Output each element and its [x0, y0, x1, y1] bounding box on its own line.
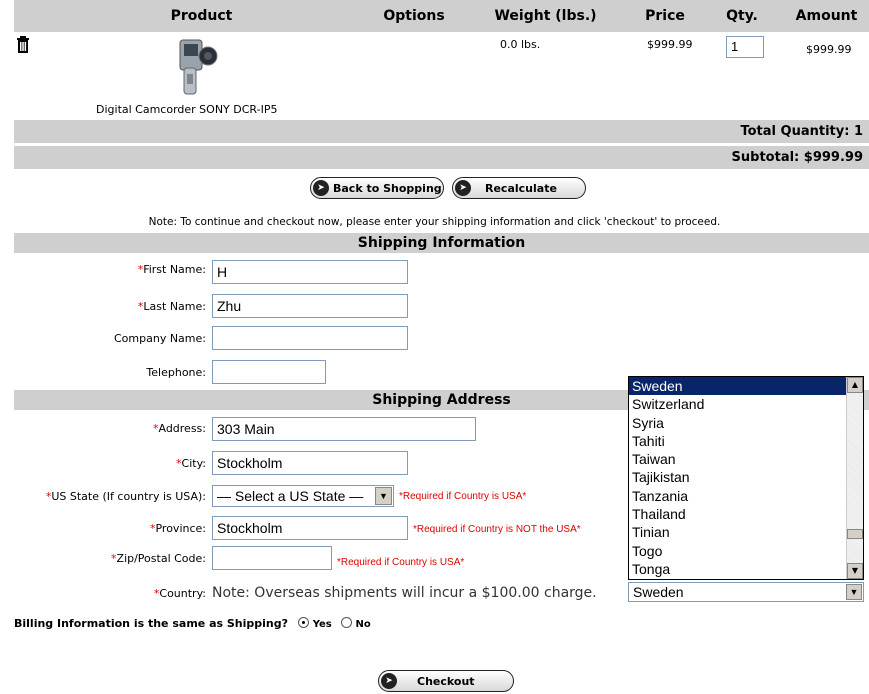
billing-question: Billing Information is the same as Shipp…	[14, 617, 289, 630]
last-name-label: *Last Name:	[137, 300, 206, 313]
arrow-right-icon: ➤	[455, 180, 471, 196]
province-label: *Province:	[149, 522, 206, 535]
quantity-input[interactable]: 1	[726, 36, 764, 58]
city-label: *City:	[176, 457, 206, 470]
billing-no-radio[interactable]	[340, 617, 352, 628]
billing-same-row: Billing Information is the same as Shipp…	[14, 617, 371, 630]
subtotal: Subtotal: $999.99	[731, 150, 863, 165]
item-price: $999.99	[647, 38, 693, 51]
province-note: *Required if Country is NOT the USA*	[413, 524, 581, 535]
us-state-note: *Required if Country is USA*	[399, 491, 527, 502]
address-input[interactable]: 303 Main	[212, 417, 476, 441]
checkout-button[interactable]: ➤ Checkout	[378, 670, 514, 692]
company-name-label: Company Name:	[114, 332, 206, 345]
total-quantity: Total Quantity: 1	[740, 124, 863, 139]
country-option[interactable]: Thailand	[629, 505, 847, 523]
address-label: *Address:	[152, 422, 206, 435]
scroll-down-icon[interactable]: ▼	[847, 563, 863, 579]
recalculate-label: Recalculate	[485, 181, 557, 195]
back-to-shopping-label: Back to Shopping	[333, 181, 442, 195]
us-state-label: *US State (If country is USA):	[45, 490, 206, 503]
billing-no-label: No	[355, 619, 371, 630]
country-value: Sweden	[633, 584, 684, 600]
company-name-input[interactable]	[212, 326, 408, 350]
back-to-shopping-button[interactable]: ➤ Back to Shopping	[310, 177, 444, 199]
overseas-charge-note: Note: Overseas shipments will incur a $1…	[212, 585, 597, 601]
country-option[interactable]: Switzerland	[629, 395, 847, 413]
checkout-note: Note: To continue and checkout now, plea…	[148, 216, 721, 228]
arrow-right-icon: ➤	[313, 180, 329, 196]
country-option[interactable]: Syria	[629, 414, 847, 432]
col-price: Price	[645, 8, 685, 24]
country-option[interactable]: Tinian	[629, 523, 847, 541]
country-option[interactable]: Sweden	[629, 377, 847, 396]
country-option[interactable]: Togo	[629, 542, 847, 560]
last-name-input[interactable]: Zhu	[212, 294, 408, 318]
us-state-value: — Select a US State —	[217, 488, 364, 504]
country-option[interactable]: Tajikistan	[629, 468, 847, 486]
item-weight: 0.0 lbs.	[500, 38, 541, 51]
total-quantity-row: Total Quantity: 1	[14, 120, 869, 143]
col-options: Options	[383, 8, 445, 24]
province-input[interactable]: Stockholm	[212, 516, 408, 540]
first-name-label: *First Name:	[137, 263, 206, 276]
us-state-select[interactable]: — Select a US State — ▼	[212, 485, 394, 507]
telephone-input[interactable]	[212, 360, 326, 384]
cart-header-row: Product Options Weight (lbs.) Price Qty.…	[14, 0, 869, 32]
billing-yes-label: Yes	[312, 619, 332, 630]
country-select[interactable]: Sweden ▼	[628, 582, 864, 602]
city-input[interactable]: Stockholm	[212, 451, 408, 475]
country-option[interactable]: Tonga	[629, 560, 847, 578]
country-option[interactable]: Taiwan	[629, 450, 847, 468]
zip-label: *Zip/Postal Code:	[111, 552, 206, 565]
country-dropdown-list[interactable]: Sweden Switzerland Syria Tahiti Taiwan T…	[628, 376, 864, 580]
chevron-down-icon[interactable]: ▼	[846, 584, 862, 600]
telephone-label: Telephone:	[146, 366, 206, 379]
col-product: Product	[170, 8, 233, 24]
col-amount: Amount	[795, 8, 858, 24]
country-option[interactable]: Tanzania	[629, 487, 847, 505]
country-label: *Country:	[153, 587, 206, 600]
scroll-up-icon[interactable]: ▲	[847, 377, 863, 393]
scroll-thumb[interactable]	[847, 529, 863, 539]
col-weight: Weight (lbs.)	[494, 8, 597, 24]
first-name-input[interactable]: H	[212, 260, 408, 284]
country-option[interactable]: Tahiti	[629, 432, 847, 450]
subtotal-row: Subtotal: $999.99	[14, 146, 869, 169]
shipping-info-header: Shipping Information	[14, 233, 869, 253]
arrow-right-icon: ➤	[381, 673, 397, 689]
zip-input[interactable]	[212, 546, 332, 570]
dropdown-scrollbar[interactable]: ▲ ▼	[846, 377, 863, 579]
trash-icon[interactable]	[17, 36, 29, 53]
checkout-label: Checkout	[417, 674, 475, 688]
recalculate-button[interactable]: ➤ Recalculate	[452, 177, 586, 199]
item-amount: $999.99	[806, 43, 852, 56]
billing-yes-radio[interactable]	[297, 617, 309, 628]
product-name[interactable]: Digital Camcorder SONY DCR-IP5	[96, 103, 326, 116]
country-options: Sweden Switzerland Syria Tahiti Taiwan T…	[629, 377, 847, 578]
zip-note: *Required if Country is USA*	[337, 557, 465, 568]
product-image[interactable]	[170, 34, 220, 98]
chevron-down-icon[interactable]: ▼	[375, 487, 392, 505]
col-qty: Qty.	[726, 8, 758, 24]
